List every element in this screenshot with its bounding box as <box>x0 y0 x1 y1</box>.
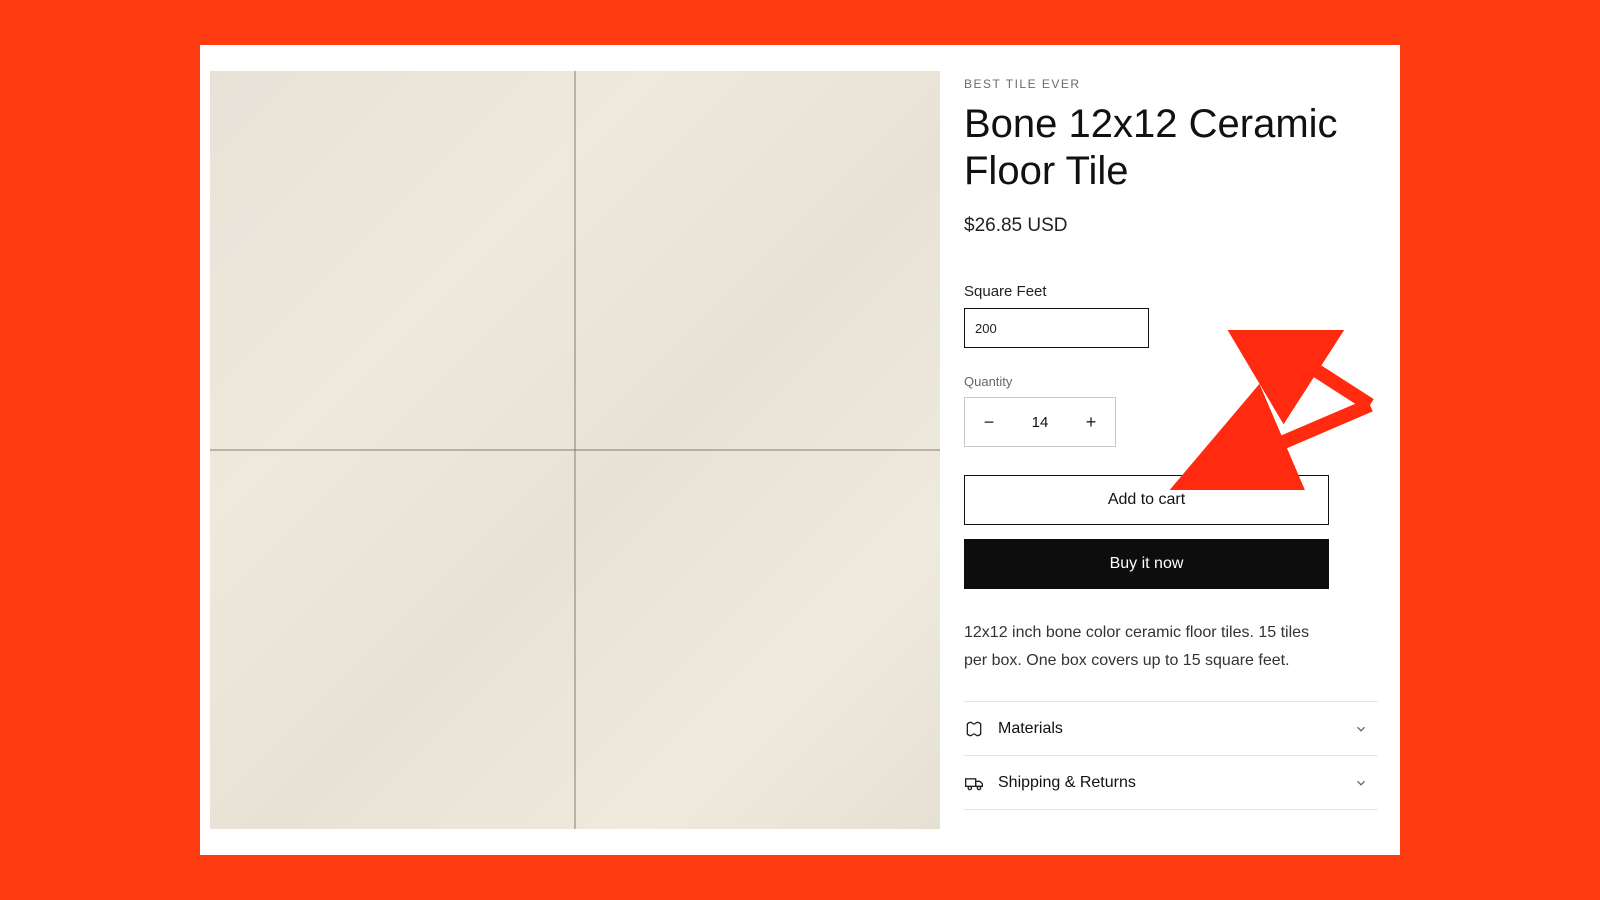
truck-icon <box>964 773 984 793</box>
quantity-increase-button[interactable]: + <box>1067 398 1115 446</box>
buy-now-button[interactable]: Buy it now <box>964 539 1329 589</box>
quantity-stepper: − 14 + <box>964 397 1116 447</box>
accordion-row-materials[interactable]: Materials <box>964 702 1378 756</box>
add-to-cart-label: Add to cart <box>1108 491 1185 509</box>
sqft-input[interactable] <box>964 308 1149 348</box>
chevron-down-icon <box>1354 776 1368 790</box>
add-to-cart-button[interactable]: Add to cart <box>964 475 1329 525</box>
product-card: BEST TILE EVER Bone 12x12 Ceramic Floor … <box>200 45 1400 855</box>
accordion-row-shipping[interactable]: Shipping & Returns <box>964 756 1378 810</box>
product-description: 12x12 inch bone color ceramic floor tile… <box>964 619 1324 675</box>
sqft-label: Square Feet <box>964 283 1378 300</box>
product-price: $26.85 USD <box>964 215 1378 237</box>
quantity-value: 14 <box>1013 414 1067 431</box>
chevron-down-icon <box>1354 722 1368 736</box>
accordion-label-shipping: Shipping & Returns <box>998 774 1136 792</box>
quantity-decrease-button[interactable]: − <box>965 398 1013 446</box>
product-details: BEST TILE EVER Bone 12x12 Ceramic Floor … <box>960 45 1400 855</box>
leather-icon <box>964 719 984 739</box>
product-media <box>200 45 960 855</box>
product-vendor: BEST TILE EVER <box>964 77 1378 91</box>
quantity-label: Quantity <box>964 374 1378 389</box>
plus-icon: + <box>1086 412 1097 433</box>
minus-icon: − <box>984 412 995 433</box>
accordion: Materials Shipping & Returns <box>964 701 1378 810</box>
accordion-label-materials: Materials <box>998 720 1063 738</box>
product-title: Bone 12x12 Ceramic Floor Tile <box>964 101 1378 195</box>
buy-now-label: Buy it now <box>1110 555 1184 573</box>
product-image[interactable] <box>210 71 940 829</box>
